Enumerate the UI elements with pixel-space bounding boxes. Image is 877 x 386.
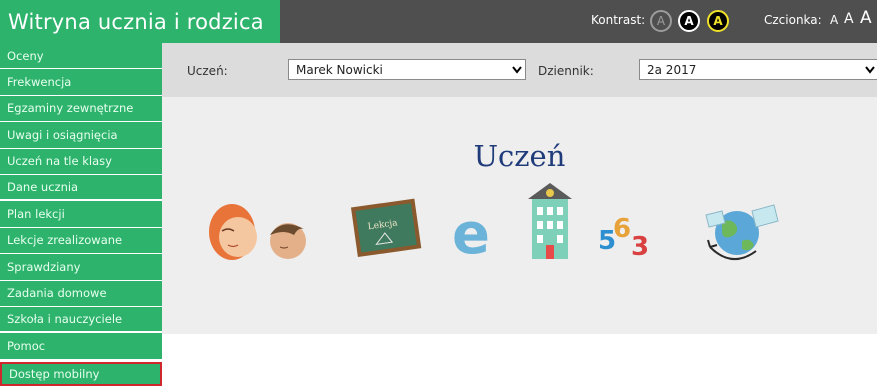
top-bar: Kontrast: A A A Czcionka: A A A (280, 0, 877, 43)
svg-text:e: e (452, 202, 490, 267)
font-size-small-button[interactable]: A (830, 13, 838, 27)
chevron-down-icon (509, 60, 525, 79)
sidebar-item-uczen-na-tle-klasy[interactable]: Uczeń na tle klasy (0, 148, 162, 175)
school-building-icon (528, 183, 572, 259)
sidebar-item-sprawdziany[interactable]: Sprawdziany (0, 254, 162, 281)
sidebar-item-szkola-i-nauczyciele[interactable]: Szkoła i nauczyciele (0, 306, 162, 334)
sidebar-item-zadania-domowe[interactable]: Zadania domowe (0, 280, 162, 307)
font-size-large-button[interactable]: A (860, 8, 872, 28)
app-title-bar: Witryna ucznia i rodzica (0, 0, 280, 43)
sidebar-item-uwagi[interactable]: Uwagi i osiągnięcia (0, 122, 162, 149)
filter-bar: Uczeń: Marek Nowicki Dziennik: 2a 2017 (162, 43, 877, 97)
contrast-label: Kontrast: (591, 13, 646, 27)
font-size-label: Czcionka: (764, 13, 822, 27)
student-select-value: Marek Nowicki (296, 62, 383, 77)
sidebar-item-egzaminy[interactable]: Egzaminy zewnętrzne (0, 95, 162, 123)
globe-mail-icon (705, 204, 779, 260)
sidebar-item-dostep-mobilny[interactable]: Dostęp mobilny (0, 361, 162, 386)
banner-illustrations: Lekcja e 5 6 3 (209, 183, 779, 267)
journal-select-value: 2a 2017 (647, 62, 697, 77)
contrast-high-button[interactable]: A (678, 10, 700, 32)
sidebar-item-frekwencja[interactable]: Frekwencja (0, 69, 162, 96)
chevron-down-icon (862, 60, 877, 79)
journal-label: Dziennik: (538, 64, 594, 78)
student-label: Uczeń: (187, 64, 228, 78)
student-banner: Uczeń Lekcja e 5 6 3 (162, 97, 877, 334)
number-three: 3 (631, 232, 649, 262)
journal-select[interactable]: 2a 2017 (639, 59, 877, 80)
student-select[interactable]: Marek Nowicki (288, 59, 526, 80)
number-six: 6 (613, 214, 631, 244)
sidebar-item-oceny[interactable]: Oceny (0, 43, 162, 70)
chalkboard-icon: Lekcja (350, 198, 422, 258)
contrast-normal-button[interactable]: A (650, 10, 672, 32)
e-letter-icon: e (452, 202, 490, 267)
student-faces-icon (209, 204, 306, 260)
sidebar-nav: Oceny Frekwencja Egzaminy zewnętrzne Uwa… (0, 43, 162, 386)
app-title: Witryna ucznia i rodzica (8, 9, 264, 34)
font-size-medium-button[interactable]: A (844, 11, 854, 27)
contrast-yellow-button[interactable]: A (707, 10, 729, 32)
sidebar-item-pomoc[interactable]: Pomoc (0, 333, 162, 360)
sidebar-item-lekcje-zrealizowane[interactable]: Lekcje zrealizowane (0, 227, 162, 255)
numbers-icon: 5 6 3 (598, 214, 649, 262)
sidebar-item-plan-lekcji[interactable]: Plan lekcji (0, 201, 162, 228)
sidebar-item-dane-ucznia[interactable]: Dane ucznia (0, 174, 162, 202)
